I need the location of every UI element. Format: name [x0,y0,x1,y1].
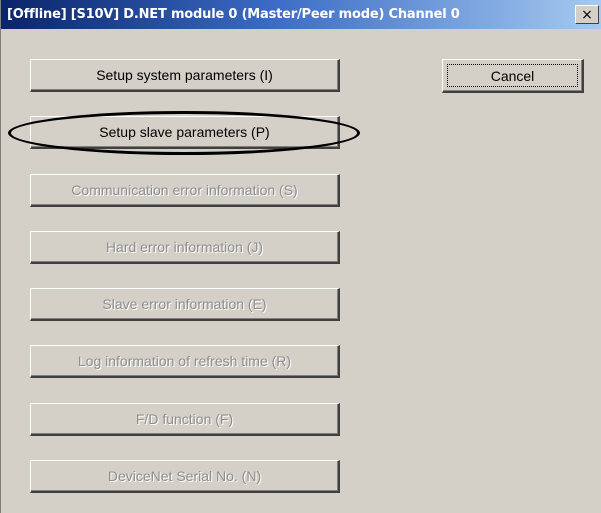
close-icon: × [581,6,593,23]
devicenet-serial-no-button: DeviceNet Serial No. (N) [30,460,340,493]
devicenet-serial-no-label: DeviceNet Serial No. (N) [107,468,262,484]
fd-function-label: F/D function (F) [135,411,234,427]
hard-error-information-button: Hard error information (J) [30,231,340,264]
setup-slave-parameters-label: Setup slave parameters (P) [99,124,270,140]
setup-system-parameters-button[interactable]: Setup system parameters (I) [30,59,340,92]
hard-error-information-label: Hard error information (J) [105,239,264,255]
setup-slave-parameters-button[interactable]: Setup slave parameters (P) [30,116,340,149]
close-button[interactable]: × [575,5,599,24]
setup-system-parameters-label: Setup system parameters (I) [96,67,273,83]
log-information-refresh-time-label: Log information of refresh time (R) [77,353,292,369]
slave-error-information-button: Slave error information (E) [30,288,340,321]
title-bar[interactable]: [Offline] [S10V] D.NET module 0 (Master/… [1,0,601,29]
slave-error-information-label: Slave error information (E) [102,296,267,312]
cancel-label: Cancel [490,67,535,84]
cancel-button[interactable]: Cancel [442,59,584,93]
communication-error-information-label: Communication error information (S) [71,182,298,198]
log-information-refresh-time-button: Log information of refresh time (R) [30,345,340,378]
communication-error-information-button: Communication error information (S) [30,174,340,207]
dialog-window: [Offline] [S10V] D.NET module 0 (Master/… [0,0,601,513]
fd-function-button: F/D function (F) [30,403,340,436]
window-title: [Offline] [S10V] D.NET module 0 (Master/… [7,7,460,22]
